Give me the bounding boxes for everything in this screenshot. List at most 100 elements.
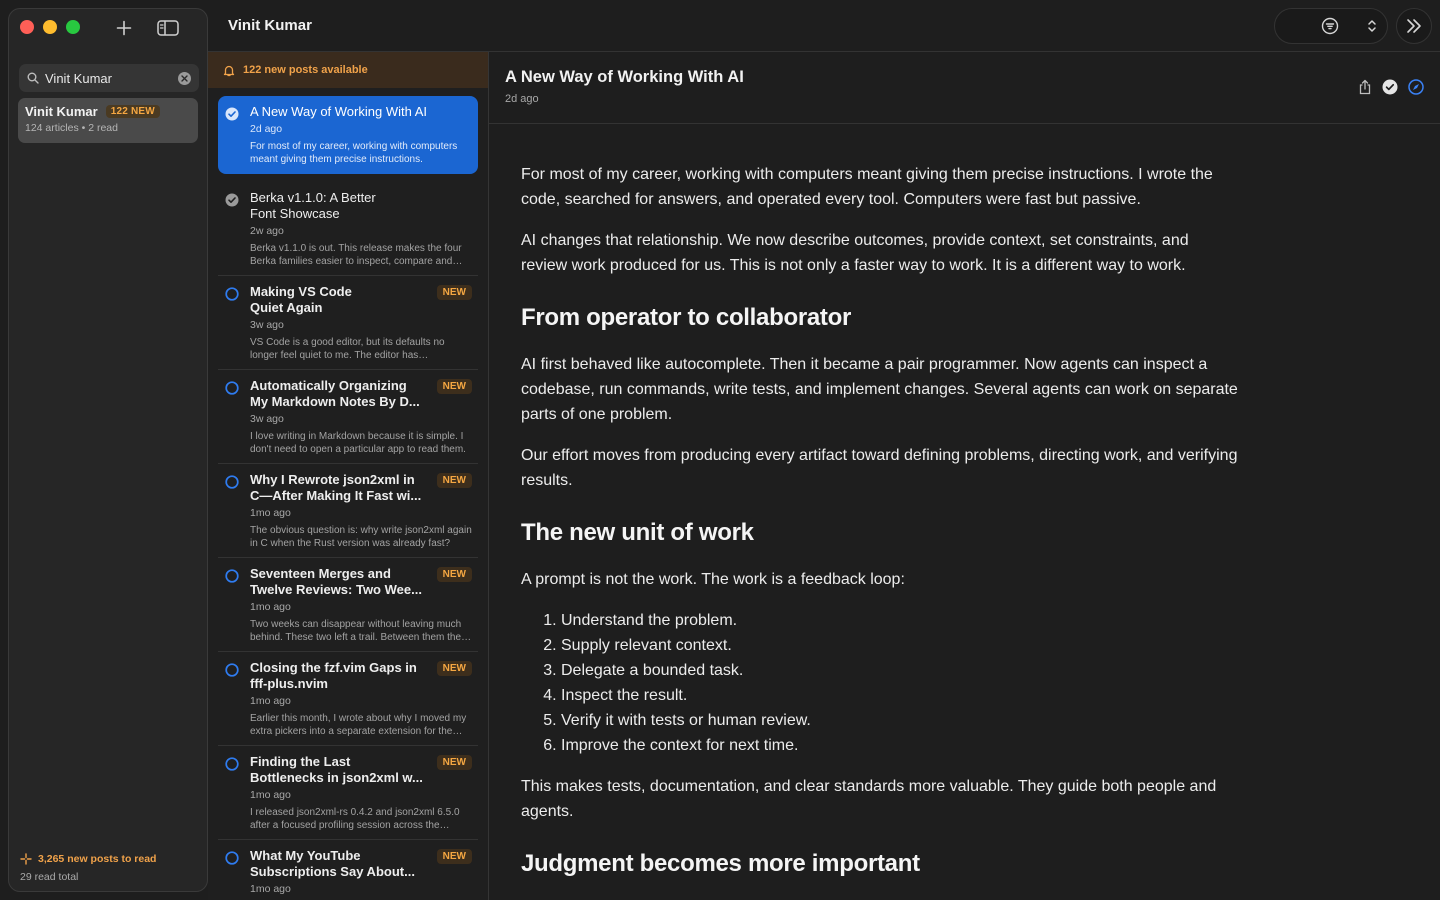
- article-paragraph: This makes tests, documentation, and cle…: [521, 778, 1217, 820]
- article-item-date: 1mo ago: [250, 789, 291, 801]
- sidebar: Vinit Kumar 122 NEW 124 articles • 2 rea…: [8, 8, 208, 892]
- article-title: A New Way of Working With AI: [505, 68, 744, 86]
- article-list-item[interactable]: Berka v1.1.0: A Better Font Showcase 2w a…: [218, 182, 478, 276]
- article-list: A New Way of Working With AI 2d ago For mo…: [208, 88, 488, 900]
- new-badge: NEW: [436, 661, 472, 676]
- article-heading: Judgment becomes more important: [521, 850, 920, 877]
- article-list-item[interactable]: What My YouTube Subscriptions Say About.…: [218, 840, 478, 900]
- list-item: Improve the context for next time.: [561, 733, 1239, 758]
- filter-icon: [1321, 17, 1339, 35]
- list-item: Delegate a bounded task.: [561, 658, 1239, 683]
- toggle-sidebar-button[interactable]: [156, 17, 180, 39]
- article-item-date: 1mo ago: [250, 695, 291, 707]
- list-item: Supply relevant context.: [561, 633, 1239, 658]
- unread-circle-icon[interactable]: [225, 475, 239, 489]
- feed-meta: 124 articles • 2 read: [25, 122, 118, 134]
- article-item-title: Making VS Code Quiet Again: [250, 284, 352, 315]
- new-posts-total: 3,265 new posts to read: [38, 853, 157, 865]
- article-list-item[interactable]: Why I Rewrote json2xml in C—After Making…: [218, 464, 478, 558]
- article-list-item[interactable]: Finding the Last Bottlenecks in json2xml…: [218, 746, 478, 840]
- reader-actions: [1358, 79, 1424, 95]
- article-heading: From operator to collaborator: [521, 304, 851, 331]
- article-item-date: 1mo ago: [250, 601, 291, 613]
- bell-icon: [223, 65, 235, 76]
- minimize-window-button[interactable]: [43, 20, 57, 34]
- new-posts-banner[interactable]: 122 new posts available: [208, 52, 488, 88]
- window-title: Vinit Kumar: [228, 17, 312, 34]
- article-item-date: 2w ago: [250, 225, 284, 237]
- add-feed-button[interactable]: [112, 17, 136, 39]
- article-item-snippet: VS Code is a good editor, but its defaul…: [250, 337, 445, 361]
- article-item-snippet: Two weeks can disappear without leaving …: [250, 619, 470, 643]
- read-total: 29 read total: [20, 871, 79, 883]
- double-chevron-right-icon: [1407, 19, 1421, 33]
- window-controls: [20, 20, 80, 34]
- close-window-button[interactable]: [20, 20, 34, 34]
- new-badge: NEW: [436, 755, 472, 770]
- new-badge: NEW: [436, 567, 472, 582]
- article-list-item[interactable]: Automatically Organizing My Markdown Not…: [218, 370, 478, 464]
- check-circle-icon: [225, 193, 239, 207]
- reader-header: A New Way of Working With AI 2d ago: [489, 52, 1440, 124]
- clear-search-button[interactable]: [178, 71, 191, 85]
- unread-circle-icon[interactable]: [225, 287, 239, 301]
- search-input[interactable]: [45, 70, 178, 86]
- article-item-snippet: Earlier this month, I wrote about why I …: [250, 713, 467, 737]
- sparkle-icon: [20, 853, 32, 865]
- article-list-item[interactable]: Making VS Code Quiet Again NEW 3w ago VS Co…: [218, 276, 478, 370]
- article-body: For most of my career, working with comp…: [489, 124, 1239, 878]
- unread-circle-icon[interactable]: [225, 663, 239, 677]
- article-list-item[interactable]: Seventeen Merges and Twelve Reviews: Two…: [218, 558, 478, 652]
- unread-circle-icon[interactable]: [225, 569, 239, 583]
- safari-compass-icon[interactable]: [1408, 79, 1424, 95]
- expand-reader-button[interactable]: [1396, 8, 1432, 44]
- unread-circle-icon[interactable]: [225, 757, 239, 771]
- search-field: [19, 64, 199, 92]
- article-item-title: Automatically Organizing My Markdown Not…: [250, 378, 420, 409]
- new-posts-banner-text: 122 new posts available: [243, 64, 368, 76]
- check-circle-icon: [225, 107, 239, 121]
- article-paragraph: AI changes that relationship. We now des…: [521, 232, 1189, 274]
- mark-read-icon[interactable]: [1382, 79, 1398, 95]
- article-paragraph: A prompt is not the work. The work is a …: [521, 571, 905, 588]
- article-heading: The new unit of work: [521, 519, 754, 546]
- article-item-date: 1mo ago: [250, 883, 291, 895]
- feed-name: Vinit Kumar: [25, 104, 98, 119]
- article-item-title: Seventeen Merges and Twelve Reviews: Two…: [250, 566, 422, 597]
- article-item-title: Berka v1.1.0: A Better Font Showcase: [250, 190, 376, 221]
- article-item-date: 1mo ago: [250, 507, 291, 519]
- filter-menu-button[interactable]: [1274, 8, 1388, 44]
- article-list-item[interactable]: Closing the fzf.vim Gaps in fff-plus.nvi…: [218, 652, 478, 746]
- article-list-item[interactable]: A New Way of Working With AI 2d ago For mo…: [218, 96, 478, 174]
- article-item-snippet: I released json2xml-rs 0.4.2 and json2xm…: [250, 807, 460, 831]
- unread-circle-icon[interactable]: [225, 851, 239, 865]
- article-item-snippet: I love writing in Markdown because it is…: [250, 431, 466, 455]
- article-paragraph: AI first behaved like autocomplete. Then…: [521, 356, 1238, 423]
- sidebar-feed-item[interactable]: Vinit Kumar 122 NEW 124 articles • 2 rea…: [18, 98, 198, 143]
- add-icon: [116, 20, 132, 36]
- new-badge: NEW: [436, 849, 472, 864]
- sidebar-footer: 3,265 new posts to read 29 read total: [20, 853, 156, 883]
- article-list-pane: 122 new posts available A New Way of Wor…: [208, 52, 488, 900]
- article-item-snippet: For most of my career, working with comp…: [250, 141, 458, 165]
- article-item-snippet: The obvious question is: why write json2…: [250, 525, 472, 549]
- unread-circle-icon[interactable]: [225, 381, 239, 395]
- article-item-title: Why I Rewrote json2xml in C—After Making…: [250, 472, 422, 503]
- sidebar-toggle-icon: [157, 20, 179, 36]
- share-icon[interactable]: [1358, 79, 1372, 95]
- search-icon: [27, 72, 39, 84]
- article-paragraph: Our effort moves from producing every ar…: [521, 447, 1238, 489]
- new-badge: NEW: [436, 285, 472, 300]
- article-item-title: Finding the Last Bottlenecks in json2xml…: [250, 754, 423, 785]
- article-date: 2d ago: [505, 93, 539, 105]
- up-down-chevron-icon: [1368, 20, 1376, 32]
- article-item-date: 3w ago: [250, 413, 284, 425]
- zoom-window-button[interactable]: [66, 20, 80, 34]
- new-badge: NEW: [436, 379, 472, 394]
- article-item-title: A New Way of Working With AI: [250, 104, 427, 119]
- article-item-snippet: Berka v1.1.0 is out. This release makes …: [250, 243, 462, 267]
- article-steps-list: Understand the problem. Supply relevant …: [561, 608, 1239, 758]
- article-item-date: 2d ago: [250, 123, 283, 135]
- new-badge: NEW: [436, 473, 472, 488]
- article-paragraph: For most of my career, working with comp…: [521, 166, 1213, 208]
